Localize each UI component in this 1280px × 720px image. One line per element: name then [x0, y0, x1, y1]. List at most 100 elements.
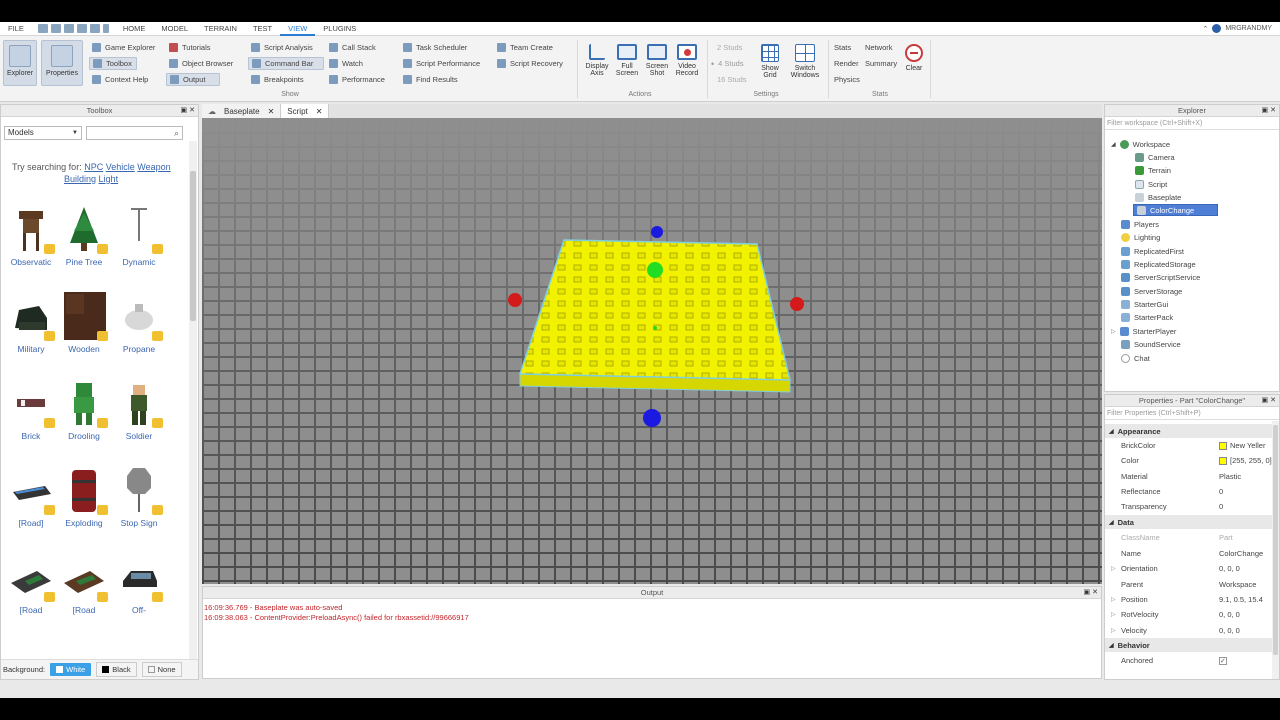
toolbox-item[interactable]: Propane — [111, 292, 167, 354]
property-classname[interactable]: ClassName Part — [1105, 530, 1279, 545]
section-behavior[interactable]: ◢ Behavior — [1105, 638, 1279, 652]
display-axis-button[interactable]: Display Axis — [582, 40, 612, 86]
property-transparency[interactable]: Transparency 0 — [1105, 499, 1279, 514]
background-black-button[interactable]: Black — [96, 662, 137, 677]
expand-icon[interactable]: ▷ — [1111, 565, 1116, 572]
suggestion-light[interactable]: Light — [99, 174, 119, 184]
background-white-button[interactable]: White — [50, 663, 92, 676]
move-handle-x-right[interactable] — [790, 297, 804, 311]
toolbox-item[interactable]: Dynamic — [111, 205, 167, 267]
tab-home[interactable]: HOME — [115, 22, 154, 36]
toolbox-item[interactable]: [Road] — [3, 466, 59, 528]
toolbox-item[interactable]: Pine Tree — [56, 205, 112, 267]
team-create-toggle[interactable]: Team Create — [494, 41, 556, 54]
tab-model[interactable]: MODEL — [153, 22, 196, 36]
tab-view[interactable]: VIEW — [280, 22, 316, 36]
toolbox-item[interactable]: Wooden — [56, 292, 112, 354]
search-icon[interactable]: ⌕ — [174, 128, 179, 139]
toolbox-toggle[interactable]: Toolbox — [89, 57, 137, 70]
tree-node-serverscriptservice[interactable]: ServerScriptService — [1121, 271, 1200, 283]
tree-node-players[interactable]: Players — [1121, 218, 1159, 230]
toolbox-item[interactable]: Soldier — [111, 379, 167, 441]
float-icon[interactable]: ▣ — [1262, 107, 1269, 114]
toolbox-item[interactable]: Stop Sign — [111, 466, 167, 528]
save-icon[interactable] — [37, 24, 48, 33]
properties-filter-input[interactable]: Filter Properties (Ctrl+Shift+P) — [1105, 407, 1279, 420]
suggestion-npc[interactable]: NPC — [84, 162, 103, 172]
toolbox-item[interactable]: [Road — [56, 553, 112, 615]
render-toggle[interactable]: Render — [831, 57, 862, 70]
move-handle-x-left[interactable] — [508, 293, 522, 307]
expand-icon[interactable]: ◢ — [1111, 141, 1116, 148]
3d-viewport[interactable] — [202, 118, 1102, 584]
properties-button[interactable]: Properties — [41, 40, 83, 86]
tab-test[interactable]: TEST — [245, 22, 280, 36]
close-icon[interactable]: ✕ — [316, 107, 323, 116]
script-recovery-toggle[interactable]: Script Recovery — [494, 57, 566, 70]
property-position[interactable]: ▷ Position 9.1, 0.5, 15.4 — [1105, 592, 1279, 607]
tab-plugins[interactable]: PLUGINS — [315, 22, 364, 36]
tab-file[interactable]: FILE — [0, 22, 32, 36]
network-toggle[interactable]: Network — [862, 41, 896, 54]
expand-icon[interactable]: ▷ — [1111, 627, 1116, 634]
undo-icon[interactable] — [50, 24, 61, 33]
call-stack-toggle[interactable]: Call Stack — [326, 41, 379, 54]
property-reflectance[interactable]: Reflectance 0 — [1105, 484, 1279, 499]
tree-node-script[interactable]: Script — [1135, 178, 1167, 190]
customize-icon[interactable] — [102, 24, 109, 33]
checkbox-checked-icon[interactable]: ✓ — [1219, 656, 1227, 665]
game-explorer-toggle[interactable]: Game Explorer — [89, 41, 158, 54]
suggestion-vehicle[interactable]: Vehicle — [106, 162, 135, 172]
toolbox-item[interactable]: Observatic — [3, 205, 59, 267]
redo-icon[interactable] — [63, 24, 74, 33]
tree-node-soundservice[interactable]: SoundService — [1121, 338, 1181, 350]
tree-node-replicatedstorage[interactable]: ReplicatedStorage — [1121, 258, 1196, 270]
section-appearance[interactable]: ◢ Appearance — [1105, 424, 1279, 438]
property-material[interactable]: Material Plastic — [1105, 469, 1279, 484]
studs-16-option[interactable]: 16 Studs — [714, 73, 750, 86]
property-brickcolor[interactable]: BrickColor New Yeller — [1105, 438, 1279, 453]
background-none-button[interactable]: None — [141, 662, 182, 677]
toolbox-scrollbar[interactable] — [189, 141, 197, 679]
physics-toggle[interactable]: Physics — [831, 73, 863, 86]
clear-stats-button[interactable]: Clear — [900, 40, 928, 86]
toolbox-search-input[interactable]: ⌕ — [86, 126, 183, 140]
float-icon[interactable]: ▣ — [181, 107, 188, 114]
float-icon[interactable]: ▣ — [1262, 397, 1269, 404]
expand-icon[interactable]: ▷ — [1111, 611, 1116, 618]
property-orientation[interactable]: ▷ Orientation 0, 0, 0 — [1105, 561, 1279, 576]
scroll-thumb[interactable] — [190, 171, 196, 321]
properties-scrollbar[interactable] — [1272, 421, 1279, 679]
performance-toggle[interactable]: Performance — [326, 73, 388, 86]
avatar[interactable] — [1212, 24, 1222, 33]
tab-terrain[interactable]: TERRAIN — [196, 22, 245, 36]
find-results-toggle[interactable]: Find Results — [400, 73, 461, 86]
explorer-filter-input[interactable]: Filter workspace (Ctrl+Shift+X) — [1105, 117, 1279, 130]
property-name-field[interactable]: Name ColorChange — [1105, 546, 1279, 561]
move-handle-y-top[interactable] — [651, 226, 663, 238]
expand-icon[interactable]: ▷ — [1111, 328, 1116, 335]
suggestion-weapon[interactable]: Weapon — [137, 162, 170, 172]
tree-node-chat[interactable]: Chat — [1121, 352, 1150, 364]
toolbox-item[interactable]: [Road — [3, 553, 59, 615]
tab-script[interactable]: Script ✕ — [281, 104, 330, 118]
category-select[interactable]: Models ▼ — [4, 126, 82, 140]
switch-windows-button[interactable]: Switch Windows — [786, 40, 824, 86]
play-icon[interactable] — [76, 24, 87, 33]
collapse-ribbon-icon[interactable]: ⌃ — [1202, 25, 1208, 33]
property-color[interactable]: Color [255, 255, 0] — [1105, 453, 1279, 468]
object-browser-toggle[interactable]: Object Browser — [166, 57, 236, 70]
tree-node-terrain[interactable]: Terrain — [1135, 164, 1171, 176]
scroll-thumb[interactable] — [1273, 425, 1278, 655]
tree-node-serverstorage[interactable]: ServerStorage — [1121, 285, 1182, 297]
close-icon[interactable]: ✕ — [1092, 589, 1098, 596]
video-record-button[interactable]: Video Record — [672, 40, 702, 86]
close-icon[interactable]: ✕ — [1270, 107, 1276, 114]
user-name[interactable]: MRGRANDMY — [1225, 25, 1272, 32]
tab-baseplate[interactable]: ☁ Baseplate ✕ — [202, 104, 282, 118]
tree-node-starterplayer[interactable]: ▷ StarterPlayer — [1111, 325, 1176, 337]
stop-icon[interactable] — [89, 24, 100, 33]
breakpoints-toggle[interactable]: Breakpoints — [248, 73, 307, 86]
tutorials-toggle[interactable]: Tutorials — [166, 41, 213, 54]
toolbox-item[interactable]: Drooling — [56, 379, 112, 441]
